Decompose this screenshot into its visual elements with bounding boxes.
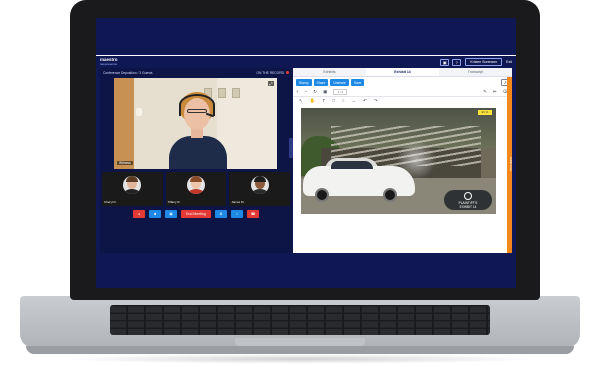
mute-button[interactable]: ●	[133, 210, 145, 218]
save-button[interactable]: Save	[350, 79, 365, 86]
info-icon: i	[236, 212, 238, 216]
image-car-window	[331, 161, 373, 169]
participant-name: Tiffany R.	[167, 200, 181, 204]
page-indicator: 1 / 1	[333, 89, 348, 95]
info-button[interactable]: i	[231, 210, 243, 218]
camera-icon: ■	[153, 212, 157, 216]
screen-icon: ▣	[169, 212, 173, 216]
hand-icon[interactable]: ✋	[310, 98, 316, 104]
participant-thumbnail[interactable]: Cheryl D.	[102, 172, 163, 206]
side-drawer-label: Exhibit Tools	[509, 157, 512, 171]
arrow-icon[interactable]: →	[352, 98, 357, 104]
panel-resize-handle[interactable]	[289, 138, 293, 158]
end-meeting-label: End Meeting	[186, 212, 206, 216]
microphone-off-icon: ●	[137, 212, 141, 216]
main-video-name: Witness	[117, 161, 133, 165]
participant-thumbnails: Cheryl D. Tiffany R. James M.	[100, 172, 292, 206]
wall-lamp	[136, 108, 142, 116]
laptop-shadow	[60, 354, 540, 364]
screen-share-button[interactable]: ▣	[165, 210, 177, 218]
rectangle-icon[interactable]: □	[332, 98, 335, 104]
speaker-body	[169, 136, 227, 169]
tab-current-exhibit[interactable]: Exhibit 14	[366, 68, 439, 76]
leave-button[interactable]: ☎	[247, 210, 259, 218]
zoom-out-icon[interactable]: −	[305, 89, 308, 95]
exhibit-action-bar: Stamp Share Unshare Save ↗	[293, 77, 512, 88]
exhibit-sticker: EX 14	[478, 110, 492, 115]
headset-icon	[179, 94, 215, 116]
laptop-base-lip	[26, 346, 574, 354]
camera-button[interactable]: ■	[149, 210, 161, 218]
record-status-label: ON THE RECORD	[256, 70, 284, 75]
tab-transcript[interactable]: Transcript	[439, 68, 512, 76]
exhibit-image[interactable]: EX 14 PLAINTIFF'S EXHIBIT 14	[301, 108, 496, 214]
exhibit-panel: Exhibits Exhibit 14 Transcript Stamp Sha…	[289, 68, 512, 253]
participant-thumbnail[interactable]: James M.	[229, 172, 291, 206]
app-logo: maestro telepresence	[100, 58, 118, 66]
undo-icon[interactable]: ↶	[363, 98, 367, 104]
video-panel: Conference Deposition / 3 Guests ON THE …	[100, 68, 292, 253]
logout-link[interactable]: Exit	[506, 60, 512, 64]
fit-icon[interactable]: ▣	[323, 89, 327, 95]
chat-icon[interactable]: ▣	[440, 58, 450, 66]
seal-icon	[464, 191, 472, 200]
wall-poster	[218, 88, 226, 98]
user-menu-button[interactable]: Kristen Sorensen	[465, 58, 503, 66]
watermark-line2: EXHIBIT 14	[459, 204, 477, 209]
main-video-feed[interactable]: Witness ⤢	[114, 78, 277, 169]
select-icon[interactable]: ↖	[299, 98, 303, 104]
gear-icon: ⚙	[219, 212, 223, 216]
help-icon[interactable]: ?	[452, 58, 462, 66]
participant-hair	[190, 176, 202, 182]
user-name: Kristen Sorensen	[470, 60, 498, 64]
participant-name: Cheryl D.	[104, 200, 117, 204]
laptop-keyboard	[110, 305, 490, 335]
share-button[interactable]: Share	[313, 79, 329, 86]
shape-toolbar: ↖ ✋ T □ ○ → ↶ ↷	[293, 97, 512, 105]
tab-exhibits[interactable]: Exhibits	[293, 68, 366, 76]
annotation-toolbar: + − ↻ ▣ 1 / 1 ✎ ✏ ⌫	[293, 88, 512, 97]
app-topbar: maestro telepresence ▣ ? Kristen Sorense…	[96, 55, 516, 68]
settings-button[interactable]: ⚙	[215, 210, 227, 218]
highlighter-icon[interactable]: ✏	[493, 89, 497, 95]
exhibit-watermark: PLAINTIFF'S EXHIBIT 14	[444, 190, 492, 210]
zoom-in-icon[interactable]: +	[296, 89, 299, 95]
circle-icon[interactable]: ○	[342, 98, 345, 104]
logo-line2: telepresence	[100, 61, 118, 66]
image-wheel	[315, 188, 329, 202]
participant-name: James M.	[231, 200, 245, 204]
exhibit-tabs: Exhibits Exhibit 14 Transcript	[293, 68, 512, 77]
phone-icon: ☎	[250, 212, 256, 216]
redo-icon[interactable]: ↷	[374, 98, 378, 104]
app-content: Conference Deposition / 3 Guests ON THE …	[96, 68, 516, 253]
laptop-trackpad	[235, 338, 365, 346]
text-icon[interactable]: T	[322, 98, 325, 104]
session-title: Conference Deposition / 3 Guests	[103, 70, 153, 75]
laptop-screen: maestro telepresence ▣ ? Kristen Sorense…	[96, 18, 516, 288]
unshare-button[interactable]: Unshare	[330, 79, 349, 86]
session-bar: Conference Deposition / 3 Guests ON THE …	[100, 68, 292, 77]
expand-icon[interactable]: ⤢	[268, 81, 274, 86]
pen-icon[interactable]: ✎	[483, 89, 487, 95]
stamp-button[interactable]: Stamp	[296, 79, 312, 86]
video-background-door	[114, 78, 134, 169]
record-dot-icon	[286, 70, 289, 74]
participant-thumbnail[interactable]: Tiffany R.	[165, 172, 227, 206]
rotate-icon[interactable]: ↻	[313, 89, 317, 95]
wall-poster	[232, 88, 240, 98]
call-controls: ● ■ ▣ End Meeting ⚙ i ☎	[100, 210, 292, 220]
image-wheel	[383, 188, 397, 202]
participant-hair	[253, 176, 266, 182]
record-status: ON THE RECORD	[256, 70, 289, 75]
end-meeting-button[interactable]: End Meeting	[181, 210, 211, 218]
exhibit-side-drawer[interactable]: Exhibit Tools	[507, 77, 512, 253]
